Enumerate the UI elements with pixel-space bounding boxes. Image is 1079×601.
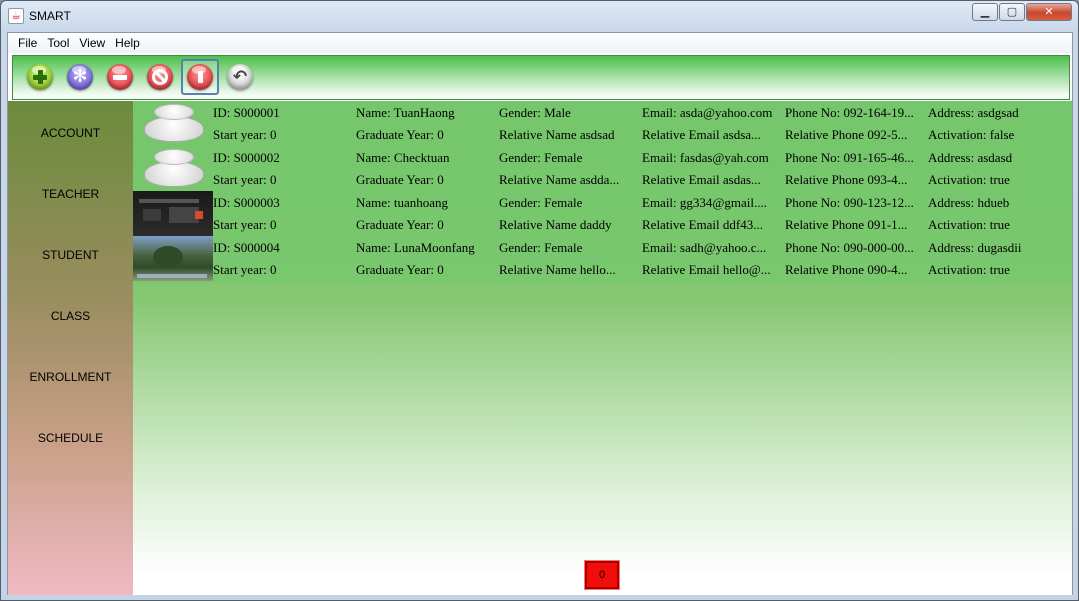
student-address: Address: hdueb <box>928 195 1010 210</box>
list-item[interactable]: ID: S000002 Name: Checktuan Gender: Fema… <box>133 146 1072 191</box>
relative-email: Relative Email asdsa... <box>642 127 761 142</box>
student-address: Address: dugasdii <box>928 240 1022 255</box>
relative-email: Relative Email ddf43... <box>642 217 763 232</box>
student-phone: Phone No: 090-000-00... <box>785 240 914 255</box>
activation-status: Activation: false <box>928 127 1015 142</box>
client-area: File Tool View Help ✻ ↶ ACCOUNT TEACHER … <box>7 32 1073 595</box>
activation-status: Activation: true <box>928 172 1010 187</box>
student-id: ID: S000001 <box>213 105 280 120</box>
maximize-icon: ▢ <box>1006 5 1018 18</box>
student-address: Address: asdasd <box>928 150 1013 165</box>
plus-icon <box>27 64 53 90</box>
student-phone: Phone No: 090-123-12... <box>785 195 914 210</box>
student-gender: Gender: Female <box>499 240 583 255</box>
list-item[interactable]: ID: S000001 Name: TuanHaong Gender: Male… <box>133 101 1072 146</box>
student-name: Name: LunaMoonfang <box>356 240 475 255</box>
student-gender: Gender: Female <box>499 195 583 210</box>
relative-phone: Relative Phone 093-4... <box>785 172 908 187</box>
activation-status: Activation: true <box>928 217 1010 232</box>
student-email: Email: gg334@gmail.... <box>642 195 767 210</box>
java-cup-icon: ☕ <box>8 8 24 24</box>
activation-status: Activation: true <box>928 262 1010 277</box>
graduate-year: Graduate Year: 0 <box>356 172 444 187</box>
list-item[interactable]: ID: S000003 Name: tuanhoang Gender: Fema… <box>133 191 1072 236</box>
minimize-icon: ▁ <box>980 5 990 18</box>
relative-name: Relative Name daddy <box>499 217 612 232</box>
relative-name: Relative Name asdda... <box>499 172 620 187</box>
sidebar-item-account[interactable]: ACCOUNT <box>8 126 133 140</box>
avatar <box>133 146 213 191</box>
avatar <box>133 101 213 146</box>
start-year: Start year: 0 <box>213 217 277 232</box>
student-name: Name: Checktuan <box>356 150 450 165</box>
title-bar[interactable]: ☕ SMART ▁ ▢ ✕ <box>1 1 1078 31</box>
graduate-year: Graduate Year: 0 <box>356 262 444 277</box>
menu-view[interactable]: View <box>74 36 110 50</box>
relative-email: Relative Email asdas... <box>642 172 761 187</box>
student-id: ID: S000002 <box>213 150 280 165</box>
student-id: ID: S000003 <box>213 195 280 210</box>
main-content: ID: S000001 Name: TuanHaong Gender: Male… <box>133 101 1072 595</box>
student-photo <box>133 236 213 281</box>
relative-phone: Relative Phone 091-1... <box>785 217 908 232</box>
sidebar-item-schedule[interactable]: SCHEDULE <box>8 431 133 445</box>
no-entry-icon <box>147 64 173 90</box>
student-email: Email: sadh@yahoo.c... <box>642 240 767 255</box>
window-controls: ▁ ▢ ✕ <box>971 3 1072 21</box>
close-icon: ✕ <box>1044 5 1054 18</box>
avatar-head-icon <box>154 149 194 165</box>
student-name: Name: TuanHaong <box>356 105 455 120</box>
start-year: Start year: 0 <box>213 262 277 277</box>
student-gender: Gender: Female <box>499 150 583 165</box>
relative-name: Relative Name asdsad <box>499 127 615 142</box>
student-list: ID: S000001 Name: TuanHaong Gender: Male… <box>133 101 1072 283</box>
menu-help[interactable]: Help <box>110 36 145 50</box>
toolbar: ✻ ↶ <box>12 55 1070 100</box>
block-button[interactable] <box>145 62 175 92</box>
graduate-year: Graduate Year: 0 <box>356 127 444 142</box>
sidebar-item-enrollment[interactable]: ENROLLMENT <box>8 370 133 384</box>
sidebar-item-student[interactable]: STUDENT <box>8 248 133 262</box>
relative-name: Relative Name hello... <box>499 262 616 277</box>
remove-button[interactable] <box>105 62 135 92</box>
menu-tool[interactable]: Tool <box>42 36 74 50</box>
menu-bar: File Tool View Help <box>8 33 1072 53</box>
sidebar-item-teacher[interactable]: TEACHER <box>8 187 133 201</box>
student-photo <box>133 191 213 236</box>
student-email: Email: asda@yahoo.com <box>642 105 773 120</box>
settings-button[interactable]: ✻ <box>65 62 95 92</box>
start-year: Start year: 0 <box>213 172 277 187</box>
exclamation-icon <box>187 64 213 90</box>
maximize-button[interactable]: ▢ <box>999 3 1025 21</box>
undo-button[interactable]: ↶ <box>225 62 255 92</box>
avatar-head-icon <box>154 104 194 120</box>
graduate-year: Graduate Year: 0 <box>356 217 444 232</box>
relative-email: Relative Email hello@... <box>642 262 771 277</box>
gear-icon: ✻ <box>67 64 93 90</box>
sidebar-item-class[interactable]: CLASS <box>8 309 133 323</box>
status-badge[interactable]: 0 <box>584 560 620 590</box>
app-window: ☕ SMART ▁ ▢ ✕ File Tool View Help ✻ ↶ AC… <box>0 0 1079 601</box>
undo-icon: ↶ <box>227 64 253 90</box>
add-button[interactable] <box>25 62 55 92</box>
close-button[interactable]: ✕ <box>1026 3 1072 21</box>
list-item[interactable]: ID: S000004 Name: LunaMoonfang Gender: F… <box>133 236 1072 281</box>
window-title: SMART <box>29 9 71 23</box>
student-phone: Phone No: 092-164-19... <box>785 105 914 120</box>
minimize-button[interactable]: ▁ <box>972 3 998 21</box>
start-year: Start year: 0 <box>213 127 277 142</box>
student-email: Email: fasdas@yah.com <box>642 150 769 165</box>
student-phone: Phone No: 091-165-46... <box>785 150 914 165</box>
student-id: ID: S000004 <box>213 240 280 255</box>
sidebar: ACCOUNT TEACHER STUDENT CLASS ENROLLMENT… <box>8 101 133 595</box>
relative-phone: Relative Phone 092-5... <box>785 127 908 142</box>
alert-button[interactable] <box>181 59 219 95</box>
menu-file[interactable]: File <box>13 36 42 50</box>
relative-phone: Relative Phone 090-4... <box>785 262 908 277</box>
student-address: Address: asdgsad <box>928 105 1019 120</box>
student-gender: Gender: Male <box>499 105 571 120</box>
minus-icon <box>107 64 133 90</box>
student-name: Name: tuanhoang <box>356 195 449 210</box>
